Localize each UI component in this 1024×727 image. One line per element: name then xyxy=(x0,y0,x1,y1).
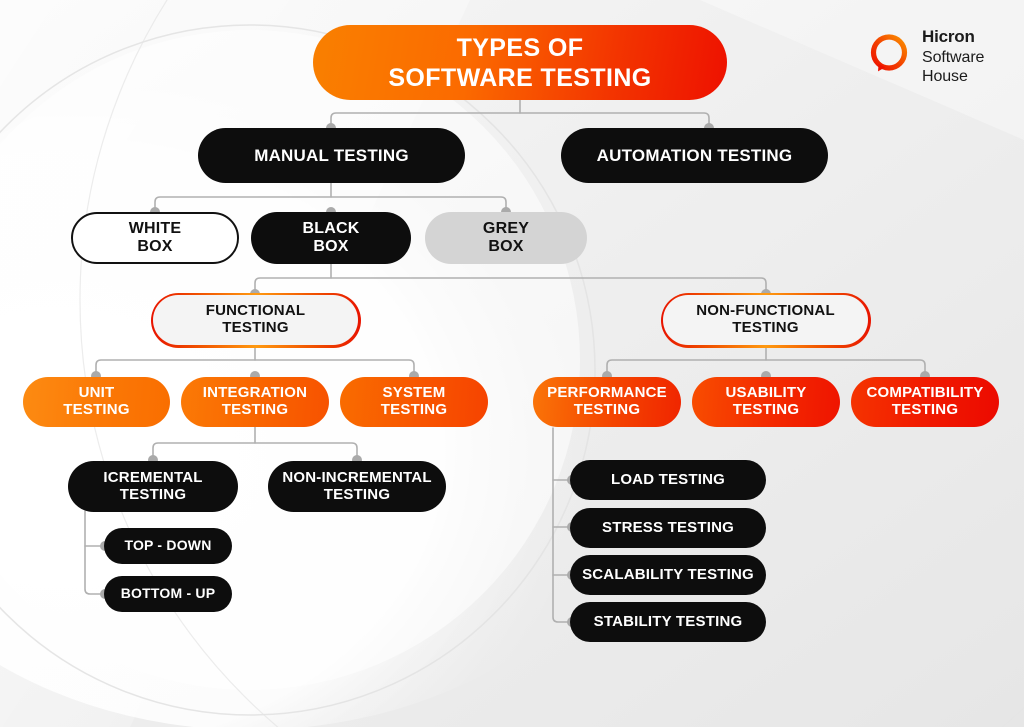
node-integration-testing[interactable]: INTEGRATION TESTING xyxy=(181,377,329,427)
node-performance-testing[interactable]: PERFORMANCE TESTING xyxy=(533,377,681,427)
node-label: BOTTOM - UP xyxy=(120,585,216,602)
node-white-box[interactable]: WHITE BOX xyxy=(71,212,239,264)
logo-brand: Hicron xyxy=(922,27,975,46)
node-label: WHITE BOX xyxy=(128,220,182,255)
node-usability-testing[interactable]: USABILITY TESTING xyxy=(692,377,840,427)
node-label: TYPES OF SOFTWARE TESTING xyxy=(388,33,652,92)
node-manual-testing[interactable]: MANUAL TESTING xyxy=(198,128,465,183)
node-label: PERFORMANCE TESTING xyxy=(547,384,667,418)
node-black-box[interactable]: BLACK BOX xyxy=(251,212,411,264)
node-label: GREY BOX xyxy=(482,220,530,255)
company-logo: Hicron Software House xyxy=(866,27,1006,88)
node-label: SYSTEM TESTING xyxy=(380,384,448,418)
node-non-functional-testing[interactable]: NON-FUNCTIONAL TESTING xyxy=(660,292,871,348)
node-grey-box[interactable]: GREY BOX xyxy=(425,212,587,264)
node-label: NON-FUNCTIONAL TESTING xyxy=(696,302,835,336)
node-label: NON-INCREMENTAL TESTING xyxy=(282,468,432,503)
node-bottom-up[interactable]: BOTTOM - UP xyxy=(104,576,232,612)
node-label: FUNCTIONAL TESTING xyxy=(205,302,306,336)
hicron-ring-icon xyxy=(870,34,908,72)
logo-line-software: Software xyxy=(922,48,985,66)
node-label: COMPATIBILITY TESTING xyxy=(866,384,984,418)
node-label: TOP - DOWN xyxy=(124,537,212,554)
node-load-testing[interactable]: LOAD TESTING xyxy=(570,460,766,500)
logo-wordmark: Hicron Software House xyxy=(922,27,984,87)
node-label: MANUAL TESTING xyxy=(254,145,409,165)
logo-line-house: House xyxy=(922,68,968,86)
node-label: UNIT TESTING xyxy=(63,384,130,418)
node-automation-testing[interactable]: AUTOMATION TESTING xyxy=(561,128,828,183)
node-label: INTEGRATION TESTING xyxy=(202,384,308,418)
node-stability-testing[interactable]: STABILITY TESTING xyxy=(570,602,766,642)
node-functional-testing[interactable]: FUNCTIONAL TESTING xyxy=(150,292,361,348)
node-label: BLACK BOX xyxy=(302,220,360,255)
node-label: STRESS TESTING xyxy=(602,518,734,536)
node-label: ICREMENTAL TESTING xyxy=(103,468,203,503)
node-label: STABILITY TESTING xyxy=(593,612,743,630)
node-system-testing[interactable]: SYSTEM TESTING xyxy=(340,377,488,427)
node-scalability-testing[interactable]: SCALABILITY TESTING xyxy=(570,555,766,595)
node-label: AUTOMATION TESTING xyxy=(596,145,793,165)
node-unit-testing[interactable]: UNIT TESTING xyxy=(23,377,170,427)
node-label: USABILITY TESTING xyxy=(725,384,807,418)
node-top-down[interactable]: TOP - DOWN xyxy=(104,528,232,564)
node-label: SCALABILITY TESTING xyxy=(582,565,754,583)
node-stress-testing[interactable]: STRESS TESTING xyxy=(570,508,766,548)
node-non-incremental-testing[interactable]: NON-INCREMENTAL TESTING xyxy=(268,461,446,512)
node-compatibility-testing[interactable]: COMPATIBILITY TESTING xyxy=(851,377,999,427)
node-label: LOAD TESTING xyxy=(610,470,726,488)
node-incremental-testing[interactable]: ICREMENTAL TESTING xyxy=(68,461,238,512)
node-types-of-software-testing[interactable]: TYPES OF SOFTWARE TESTING xyxy=(313,25,727,100)
